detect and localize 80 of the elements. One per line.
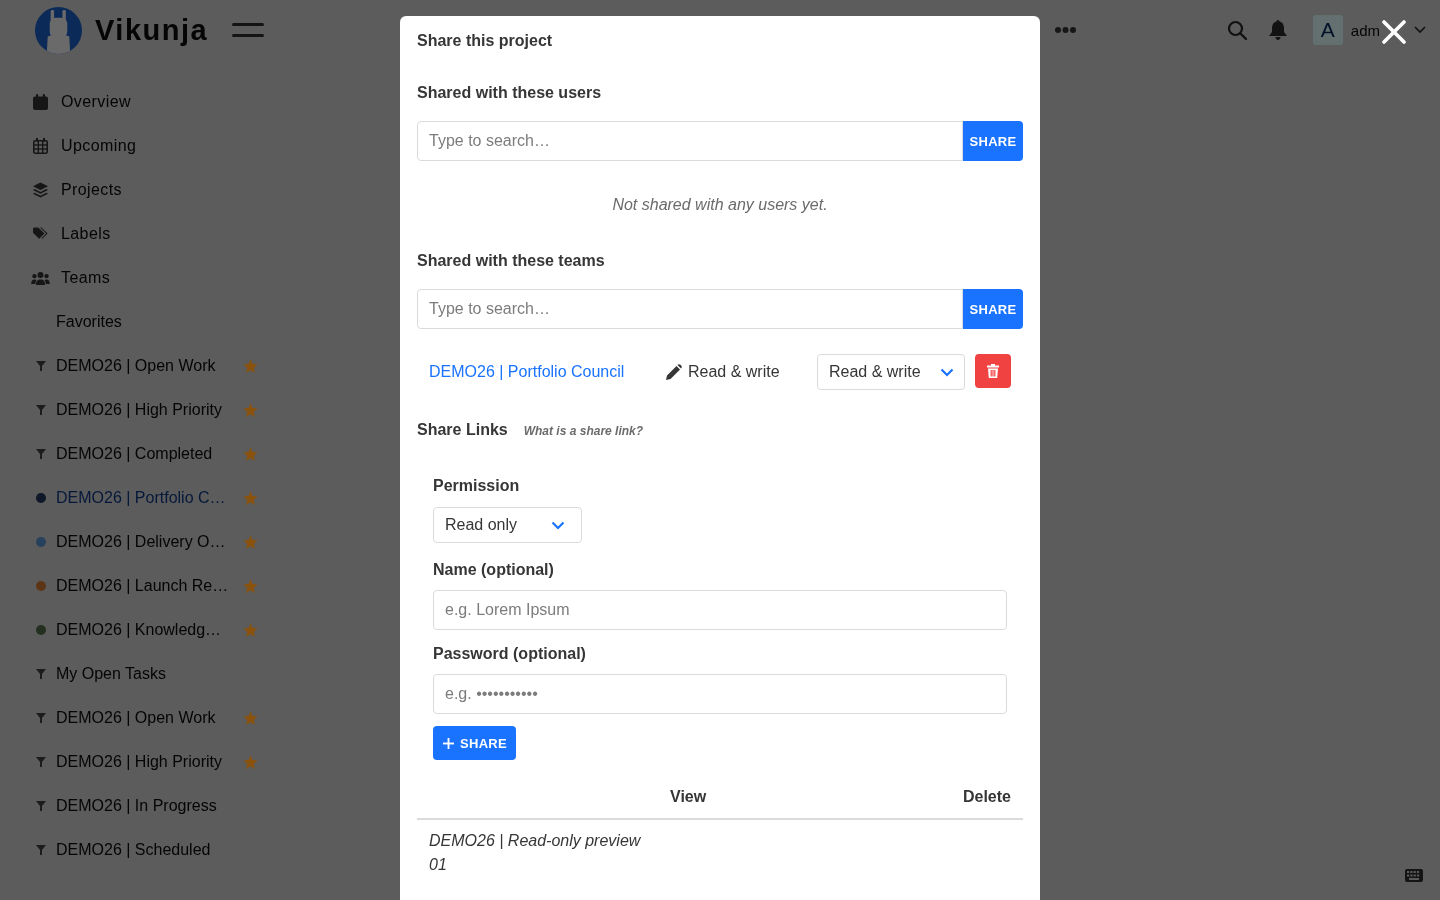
sidebar-item[interactable]: DEMO26 | In Progress [36,797,235,815]
sidebar-item[interactable]: DEMO26 | Open Work [36,357,235,375]
sidebar-item[interactable]: DEMO26 | Completed [36,445,235,463]
field-label: Permission [433,476,520,496]
search-field[interactable]: Type to search… [417,289,963,329]
permission-select[interactable]: Read only [433,507,582,543]
menu-item[interactable]: Upcoming [33,134,137,158]
menu-item[interactable]: Overview [33,90,131,114]
search-icon[interactable] [1226,20,1247,40]
star-icon[interactable] [243,358,258,374]
calendar-icon [33,138,48,154]
permission-select[interactable]: Read & write [817,354,965,390]
star-icon[interactable] [243,710,258,726]
more-dots-icon[interactable] [1055,27,1076,33]
share-button[interactable]: SHARE [963,121,1023,161]
column-header: View [670,787,707,807]
bell-icon[interactable] [1268,20,1287,40]
section-title: Favorites [55,312,122,332]
column-header: Delete [962,787,1011,807]
empty-message: Not shared with any users yet. [612,195,828,215]
filter-icon [36,669,46,679]
section-heading: Shared with these users [417,83,602,103]
layers-icon [33,182,48,198]
pencil-icon [666,364,682,380]
table-cell-text: DEMO26 | Read-only preview 01 [429,831,642,875]
chevron-down-icon [940,367,954,377]
tags-icon [33,226,48,242]
filter-icon [36,713,46,723]
sidebar-item[interactable]: DEMO26 | Portfolio C… [36,489,235,507]
filter-icon [36,449,46,459]
users-icon [31,271,50,285]
search-field[interactable]: Type to search… [417,121,963,161]
sidebar-item[interactable]: DEMO26 | High Priority [36,401,235,419]
star-icon[interactable] [243,622,258,638]
delete-button[interactable] [975,354,1011,388]
sidebar-item[interactable]: My Open Tasks [36,665,235,683]
filter-icon [36,361,46,371]
field-label: Name (optional) [433,560,554,580]
menu-icon[interactable] [232,23,264,37]
keyboard-icon[interactable] [1405,869,1423,882]
filter-icon [36,757,46,767]
chevron-down-icon [551,520,565,530]
field-label: Password (optional) [433,644,586,664]
help-link[interactable]: What is a share link? [523,424,644,438]
section-heading: Share Links [417,420,508,440]
chevron-down-icon[interactable] [1414,26,1426,34]
logo-icon [35,6,82,54]
menu-item[interactable]: Labels [33,222,111,246]
menu-item[interactable]: Projects [33,178,122,202]
sidebar-item[interactable]: DEMO26 | Delivery O… [36,533,235,551]
logo-text: Vikunja [95,13,209,47]
sidebar-item[interactable]: DEMO26 | Launch Re… [36,577,235,595]
sidebar-item[interactable]: DEMO26 | High Priority [36,753,235,771]
close-icon[interactable] [1382,20,1406,44]
star-icon[interactable] [243,534,258,550]
sidebar-item[interactable]: DEMO26 | Scheduled [36,841,235,859]
team-link[interactable]: DEMO26 | Portfolio Council [429,360,625,384]
filter-icon [36,801,46,811]
user-name[interactable]: adm [1350,21,1380,39]
share-button[interactable]: SHARE [433,726,516,760]
filter-icon [36,405,46,415]
star-icon[interactable] [243,754,258,770]
password-field[interactable]: e.g. ••••••••••• [433,674,1007,714]
permission-label: Read & write [688,362,780,382]
name-field[interactable]: e.g. Lorem Ipsum [433,590,1007,630]
sidebar-item[interactable]: DEMO26 | Knowledg… [36,621,235,639]
section-heading: Shared with these teams [417,251,605,271]
filter-icon [36,845,46,855]
star-icon[interactable] [243,578,258,594]
star-icon[interactable] [243,490,258,506]
star-icon[interactable] [243,446,258,462]
calendar-icon [33,94,48,110]
plus-icon [443,737,454,749]
dialog-title: Share this project [417,31,553,51]
share-button[interactable]: SHARE [963,289,1023,329]
trash-icon [987,364,999,378]
menu-item[interactable]: Teams [33,266,111,290]
sidebar-item[interactable]: DEMO26 | Open Work [36,709,235,727]
user-avatar[interactable]: A [1312,15,1343,45]
star-icon[interactable] [243,402,258,418]
